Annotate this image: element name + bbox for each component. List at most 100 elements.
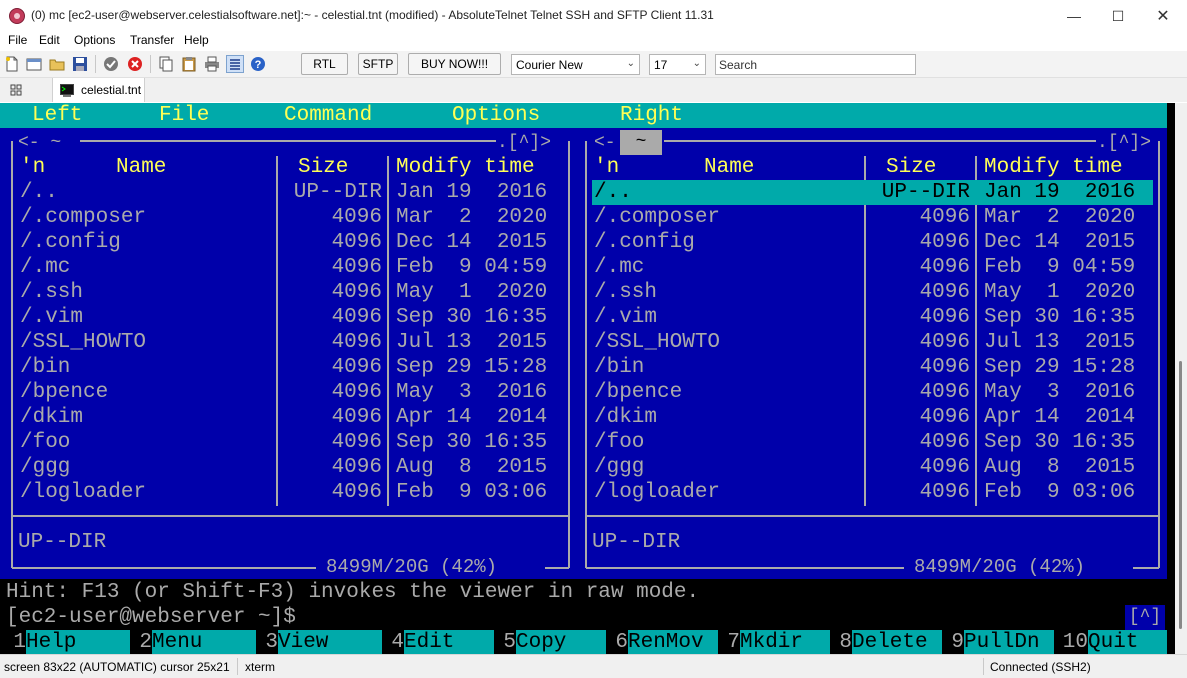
mc-menu-command[interactable]: Command: [284, 103, 372, 128]
maximize-button[interactable]: ☐: [1095, 0, 1141, 32]
left-file-name[interactable]: /..: [20, 180, 58, 205]
tab-celestial[interactable]: celestial.tnt: [52, 78, 145, 102]
right-file-name[interactable]: /bpence: [594, 380, 682, 405]
right-file-name[interactable]: /SSL_HOWTO: [594, 330, 720, 355]
left-panel-header[interactable]: <- ~: [18, 131, 61, 156]
left-panel-controls[interactable]: .[^]>: [497, 131, 551, 156]
new-session-icon[interactable]: [4, 56, 20, 72]
right-file-name[interactable]: /.ssh: [594, 280, 657, 305]
menu-options[interactable]: Options: [74, 33, 115, 47]
left-col-mtime[interactable]: Modify time: [396, 155, 535, 180]
connect-icon[interactable]: [103, 56, 119, 72]
log-icon[interactable]: [226, 55, 244, 73]
fkey-quit-button[interactable]: Quit: [1088, 630, 1167, 654]
mc-menu-right[interactable]: Right: [620, 103, 683, 128]
new-window-icon[interactable]: [26, 56, 42, 72]
print-icon[interactable]: [204, 56, 220, 72]
left-col-name[interactable]: Name: [116, 155, 166, 180]
right-file-name[interactable]: /ggg: [594, 455, 644, 480]
right-col-size[interactable]: Size: [886, 155, 936, 180]
left-file-name[interactable]: /.config: [20, 230, 121, 255]
disconnect-icon[interactable]: [127, 56, 143, 72]
fkey-pulldn-button[interactable]: PullDn: [964, 630, 1054, 654]
right-file-name[interactable]: /logloader: [594, 480, 720, 505]
left-col-n[interactable]: 'n: [20, 155, 45, 180]
sftp-button[interactable]: SFTP: [358, 53, 398, 75]
left-file-name[interactable]: /logloader: [20, 480, 146, 505]
left-file-name[interactable]: /SSL_HOWTO: [20, 330, 146, 355]
left-file-name[interactable]: /.ssh: [20, 280, 83, 305]
close-button[interactable]: ✕: [1140, 0, 1186, 32]
right-col-n[interactable]: 'n: [594, 155, 619, 180]
mc-menu-file[interactable]: File: [159, 103, 209, 128]
right-file-name[interactable]: /bin: [594, 355, 644, 380]
fkey-edit-button[interactable]: Edit: [404, 630, 494, 654]
left-file-name[interactable]: /bpence: [20, 380, 108, 405]
right-panel-arrow[interactable]: <-: [594, 131, 616, 156]
mc-menu-options[interactable]: Options: [452, 103, 540, 128]
fkey-delete-button[interactable]: Delete: [852, 630, 942, 654]
right-file-name[interactable]: /..: [594, 180, 632, 205]
left-file-name[interactable]: /foo: [20, 430, 70, 455]
right-panel-controls[interactable]: .[^]>: [1097, 131, 1151, 156]
left-col-size[interactable]: Size: [298, 155, 348, 180]
menu-transfer[interactable]: Transfer: [130, 33, 174, 47]
fkey-help-button[interactable]: Help: [26, 630, 130, 654]
right-file-name[interactable]: /foo: [594, 430, 644, 455]
fkey-copy-button[interactable]: Copy: [516, 630, 606, 654]
paste-icon[interactable]: [181, 56, 197, 72]
right-panel-path[interactable]: ~: [620, 130, 662, 155]
terminal-session-icon: [60, 84, 74, 97]
left-file-name[interactable]: /.vim: [20, 305, 83, 330]
menu-help[interactable]: Help: [184, 33, 209, 47]
right-col-name[interactable]: Name: [704, 155, 754, 180]
right-file-name[interactable]: /.vim: [594, 305, 657, 330]
fkey-renmov-button[interactable]: RenMov: [628, 630, 718, 654]
minimize-button[interactable]: —: [1051, 0, 1097, 32]
copy-icon[interactable]: [158, 56, 174, 72]
left-file-name[interactable]: /bin: [20, 355, 70, 380]
fkey-mkdir-button[interactable]: Mkdir: [740, 630, 830, 654]
terminal-screen[interactable]: Left File Command Options Right <- ~ .[^…: [0, 103, 1175, 654]
right-file-name[interactable]: /dkim: [594, 405, 657, 430]
right-file-size: 4096: [919, 231, 970, 254]
connection-status: Connected (SSH2): [990, 660, 1091, 674]
menu-file[interactable]: File: [8, 33, 27, 47]
right-file-mtime: Mar 2 2020: [984, 206, 1136, 229]
right-file-mtime: Feb 9 04:59: [984, 256, 1136, 279]
font-size-select[interactable]: 17 ⌄: [649, 54, 706, 75]
fkey-menu-button[interactable]: Menu: [152, 630, 256, 654]
left-file-name[interactable]: /ggg: [20, 455, 70, 480]
left-file-name[interactable]: /.composer: [20, 205, 146, 230]
right-file-size: 4096: [919, 356, 970, 379]
left-file-name[interactable]: /dkim: [20, 405, 83, 430]
fkey-view-button[interactable]: View: [278, 630, 382, 654]
save-icon[interactable]: [72, 56, 88, 72]
right-file-mtime: Jul 13 2015: [984, 331, 1136, 354]
search-input[interactable]: Search: [715, 54, 916, 75]
scrollbar-thumb[interactable]: [1179, 361, 1182, 629]
help-icon[interactable]: ?: [250, 56, 266, 72]
rtl-button[interactable]: RTL: [301, 53, 348, 75]
right-col-mtime[interactable]: Modify time: [984, 155, 1123, 180]
font-family-select[interactable]: Courier New ⌄: [511, 54, 640, 75]
left-file-mtime: Apr 14 2014: [396, 406, 548, 429]
prompt-corner-button[interactable]: [^]: [1125, 605, 1165, 630]
terminal-type-status: xterm: [245, 660, 275, 674]
right-file-name[interactable]: /.mc: [594, 255, 644, 280]
left-file-size: 4096: [331, 331, 382, 354]
right-mini-status: UP--DIR: [592, 531, 681, 554]
shell-prompt[interactable]: [ec2-user@webserver ~]$: [6, 605, 296, 630]
open-folder-icon[interactable]: [49, 56, 65, 72]
right-file-name[interactable]: /.composer: [594, 205, 720, 230]
terminal-scrollbar[interactable]: [1175, 103, 1187, 654]
status-divider: [983, 658, 984, 675]
grid-icon[interactable]: [10, 84, 22, 96]
left-file-name[interactable]: /.mc: [20, 255, 70, 280]
menu-edit[interactable]: Edit: [39, 33, 60, 47]
left-file-size: 4096: [331, 231, 382, 254]
right-file-name[interactable]: /.config: [594, 230, 695, 255]
buy-now-button[interactable]: BUY NOW!!!: [408, 53, 501, 75]
mc-menu-left[interactable]: Left: [32, 103, 82, 128]
chevron-down-icon: ⌄: [626, 58, 635, 69]
